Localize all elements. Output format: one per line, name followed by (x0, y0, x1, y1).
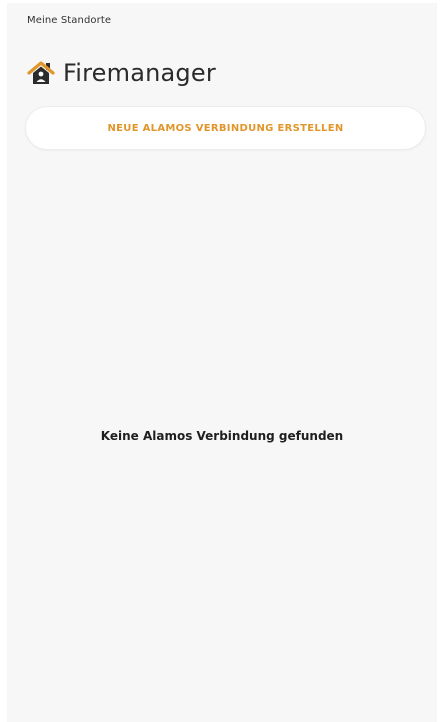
app-screen: Meine Standorte Firemanager NEUE ALAMOS … (7, 3, 437, 722)
page-title: Firemanager (63, 59, 216, 87)
home-icon (27, 60, 55, 86)
title-row: Firemanager (27, 55, 216, 91)
new-connection-label: NEUE ALAMOS VERBINDUNG ERSTELLEN (107, 122, 344, 134)
new-connection-button[interactable]: NEUE ALAMOS VERBINDUNG ERSTELLEN (25, 106, 426, 150)
empty-state-message: Keine Alamos Verbindung gefunden (100, 429, 344, 443)
breadcrumb[interactable]: Meine Standorte (27, 15, 111, 26)
